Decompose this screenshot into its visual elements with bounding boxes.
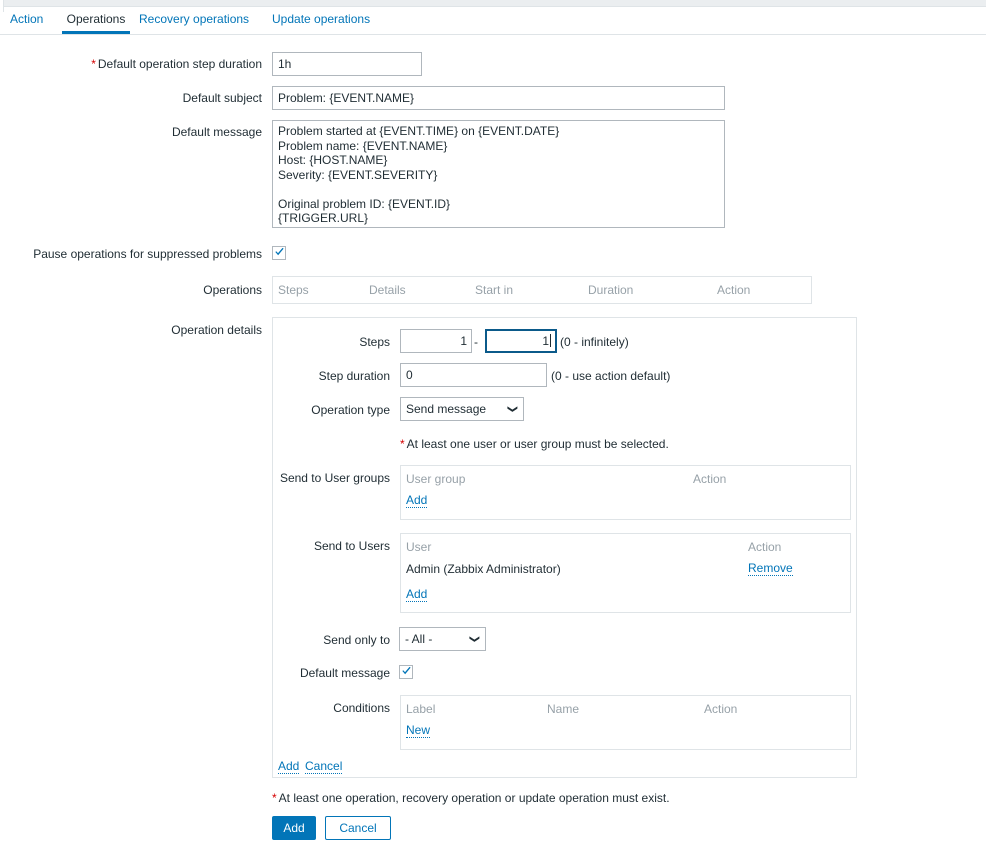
chevron-down-icon: ❮ <box>468 634 480 644</box>
user-groups-add-link[interactable]: Add <box>406 493 428 508</box>
default-message-label: Default message <box>171 125 262 139</box>
footer-required-note: * At least one operation, recovery operat… <box>272 791 670 805</box>
users-row-remove-link[interactable]: Remove <box>748 561 793 576</box>
pause-operations-label: Pause operations for suppressed problems <box>33 247 262 261</box>
step-duration-input[interactable] <box>400 363 547 387</box>
tab-operations-label: Operations <box>66 12 126 26</box>
checkmark-icon <box>275 247 284 256</box>
user-required-note: * At least one user or user group must be… <box>400 437 669 451</box>
users-add-link[interactable]: Add <box>406 587 428 602</box>
tab-action[interactable]: Action <box>10 8 62 34</box>
chevron-down-icon: ❮ <box>506 404 518 414</box>
tab-operations[interactable]: Operations <box>62 8 130 34</box>
operations-col-duration: Duration <box>588 283 634 297</box>
page-top-strip <box>0 0 986 7</box>
operation-type-label: Operation type <box>311 403 390 417</box>
operations-table-label: Operations <box>203 283 262 297</box>
operation-default-message-checkbox[interactable] <box>399 665 413 679</box>
operations-col-action: Action <box>717 283 751 297</box>
tab-update-operations[interactable]: Update operations <box>272 8 384 34</box>
operation-details-label: Operation details <box>171 323 262 337</box>
conditions-col-action: Action <box>704 702 738 716</box>
users-row-name: Admin (Zabbix Administrator) <box>406 562 561 576</box>
send-only-to-label: Send only to <box>323 633 390 647</box>
checkmark-icon <box>402 666 411 675</box>
pause-operations-checkbox[interactable] <box>272 246 286 260</box>
text-cursor <box>550 334 551 347</box>
users-col-action: Action <box>748 540 782 554</box>
operations-col-details: Details <box>369 283 406 297</box>
default-subject-label: Default subject <box>182 91 262 105</box>
steps-hint: (0 - infinitely) <box>560 335 629 349</box>
conditions-col-name: Name <box>547 702 580 716</box>
operation-type-value: Send message <box>406 402 487 416</box>
required-asterisk: * <box>400 437 405 451</box>
users-col-user: User <box>406 540 432 554</box>
default-subject-input[interactable] <box>272 86 725 110</box>
operations-col-start-in: Start in <box>475 283 514 297</box>
user-groups-table <box>400 465 851 520</box>
tab-bar: Action Operations Recovery operations Up… <box>0 8 986 35</box>
conditions-col-label: Label <box>406 702 436 716</box>
submit-add-button-label: Add <box>283 821 305 835</box>
conditions-new-link[interactable]: New <box>406 723 431 738</box>
step-duration-label: Step duration <box>318 369 390 383</box>
send-to-user-groups-label: Send to User groups <box>279 471 390 485</box>
send-only-to-value: - All - <box>405 632 433 646</box>
user-groups-col-user-group: User group <box>406 472 466 486</box>
step-duration-hint: (0 - use action default) <box>551 369 671 383</box>
conditions-label: Conditions <box>333 701 390 715</box>
steps-range-separator: - <box>474 335 478 349</box>
cancel-button[interactable]: Cancel <box>325 816 391 840</box>
send-only-to-select[interactable]: - All - ❮ <box>399 627 486 651</box>
operations-table-header-rule <box>273 303 811 304</box>
operation-details-cancel-link[interactable]: Cancel <box>305 759 343 774</box>
required-asterisk: * <box>91 57 96 71</box>
operation-details-add-link[interactable]: Add <box>278 759 300 774</box>
conditions-table <box>400 695 851 750</box>
tab-recovery-operations-label: Recovery operations <box>139 12 250 26</box>
steps-label: Steps <box>359 335 390 349</box>
submit-add-button[interactable]: Add <box>272 816 316 840</box>
tab-update-operations-label: Update operations <box>272 12 371 26</box>
cancel-button-label: Cancel <box>339 821 377 835</box>
steps-from-input[interactable] <box>400 329 472 353</box>
operations-col-steps: Steps <box>278 283 309 297</box>
tab-recovery-operations[interactable]: Recovery operations <box>139 8 261 34</box>
operation-type-select[interactable]: Send message ❮ <box>400 397 524 421</box>
default-message-textarea[interactable]: Problem started at {EVENT.TIME} on {EVEN… <box>272 120 725 228</box>
send-to-users-label: Send to Users <box>313 539 390 553</box>
user-groups-col-action: Action <box>693 472 727 486</box>
default-step-duration-input[interactable] <box>272 52 422 76</box>
default-step-duration-label: * Default operation step duration <box>91 57 262 71</box>
operation-default-message-label: Default message <box>299 666 390 680</box>
tab-action-label: Action <box>10 12 44 26</box>
steps-to-input[interactable]: 1 <box>485 329 557 353</box>
required-asterisk: * <box>272 791 277 805</box>
